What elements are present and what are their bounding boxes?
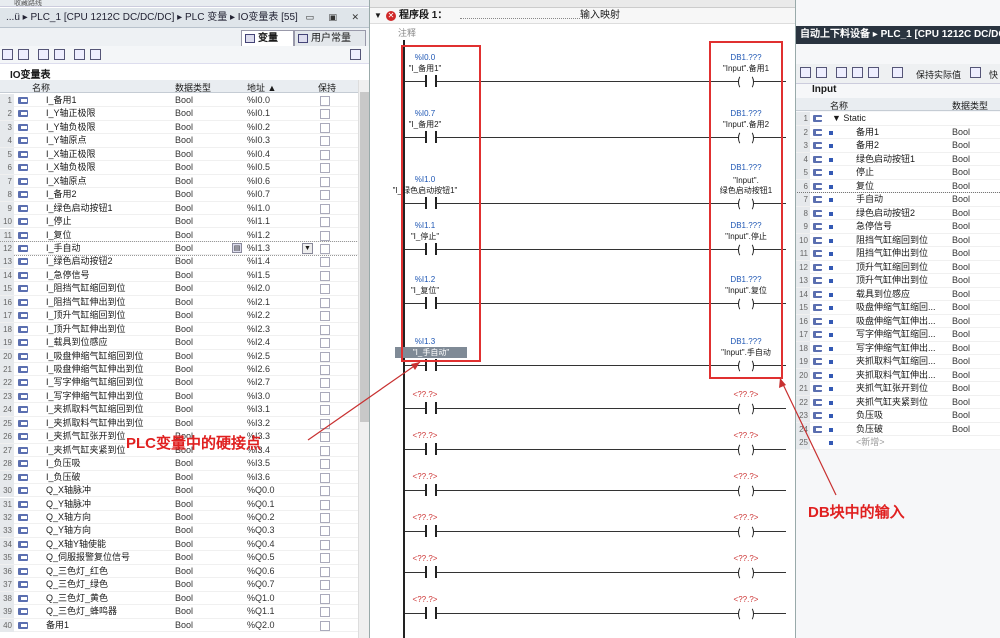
annotation-arrows — [307, 361, 837, 496]
arrow-left-head — [411, 362, 420, 370]
arrow-right-head — [779, 378, 786, 388]
arrow-right — [779, 377, 837, 496]
arrow-left — [307, 361, 421, 441]
